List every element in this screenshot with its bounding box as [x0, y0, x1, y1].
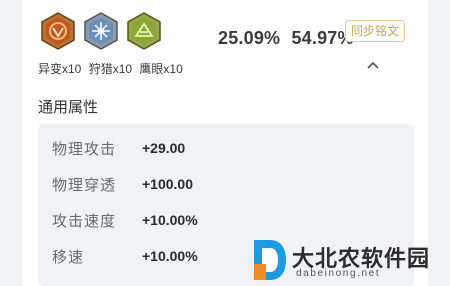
- attribute-row: 攻击速度 +10.00%: [52, 208, 198, 232]
- attribute-name: 物理穿透: [52, 176, 117, 194]
- watermark-domain: dabeinong.net: [296, 268, 381, 279]
- attribute-row: 物理穿透 +100.00: [52, 172, 193, 196]
- section-title: 通用属性: [38, 99, 99, 116]
- sync-inscription-button[interactable]: 同步铭文: [345, 20, 405, 42]
- percent-a: 25.09%: [218, 28, 281, 48]
- inscription-labels: 异变x10 狩猎x10 鹰眼x10: [38, 60, 187, 77]
- attribute-name: 移速: [52, 248, 85, 266]
- attribute-row: 移速 +10.00%: [52, 244, 198, 268]
- hunt-inscription-icon[interactable]: [83, 12, 119, 50]
- attribute-value: +10.00%: [142, 248, 198, 264]
- inscription-label: 狩猎x10: [88, 62, 133, 76]
- attribute-row: 物理攻击 +29.00: [52, 136, 185, 160]
- inscription-icons: [40, 12, 162, 50]
- chevron-up-icon[interactable]: [366, 60, 380, 70]
- attribute-name: 物理攻击: [52, 140, 117, 158]
- inscription-label: 异变x10: [38, 62, 82, 76]
- watermark-logo-icon: [254, 240, 286, 280]
- mutation-inscription-icon[interactable]: [40, 12, 76, 50]
- attribute-value: +100.00: [142, 176, 193, 192]
- hawkeye-inscription-icon[interactable]: [126, 12, 162, 50]
- inscription-percentages: 25.09% 54.97%: [218, 28, 360, 49]
- inscription-label: 鹰眼x10: [139, 62, 183, 76]
- attribute-name: 攻击速度: [52, 212, 117, 230]
- attribute-value: +10.00%: [142, 212, 198, 228]
- attribute-value: +29.00: [142, 140, 186, 156]
